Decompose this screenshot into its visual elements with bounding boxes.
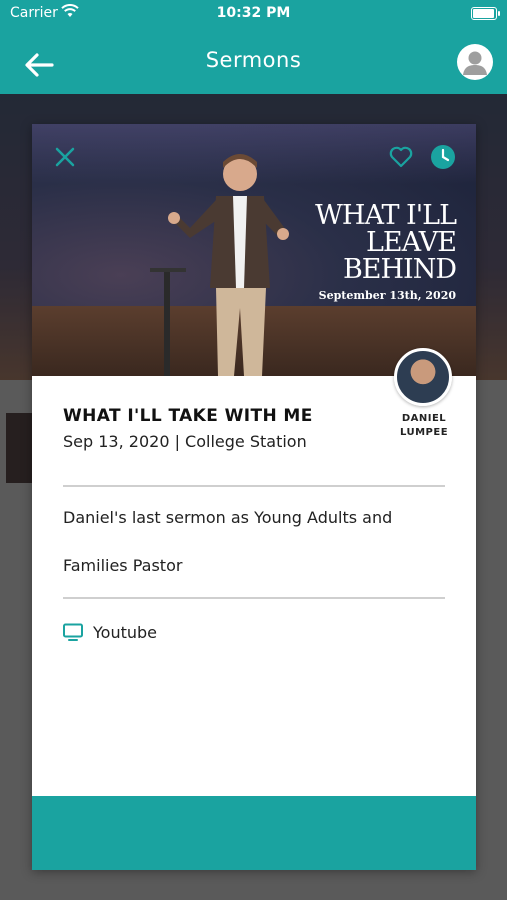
status-time: 10:32 PM: [216, 5, 291, 21]
speaker-last-name: LUMPEE: [399, 427, 449, 438]
series-title-line3: BEHIND: [342, 254, 457, 285]
speaker-figure: [150, 154, 289, 376]
sermon-description: Daniel's last sermon as Young Adults and…: [63, 508, 393, 575]
youtube-link-label: Youtube: [93, 622, 157, 642]
sermon-meta: Sep 13, 2020 | College Station: [63, 432, 307, 451]
series-artwork: WHAT I'LL LEAVE BEHIND September 13th, 2…: [286, 200, 457, 302]
top-bar: Carrier 10:32 PM Sermons: [0, 0, 507, 94]
heart-icon[interactable]: [388, 144, 414, 170]
battery-icon: [471, 7, 500, 20]
sermon-hero-image: WHAT I'LL LEAVE BEHIND September 13th, 2…: [32, 124, 476, 376]
page-title: Sermons: [205, 48, 302, 72]
status-bar: Carrier 10:32 PM: [0, 0, 507, 28]
divider-bottom: [63, 597, 445, 599]
speaker-name[interactable]: DANIEL LUMPEE: [382, 412, 466, 440]
profile-icon[interactable]: [457, 44, 493, 80]
speaker-first-name: DANIEL: [401, 413, 447, 424]
sermon-detail-card: WHAT I'LL LEAVE BEHIND September 13th, 2…: [32, 124, 476, 870]
card-footer-bar[interactable]: [32, 796, 476, 870]
divider-top: [63, 485, 445, 487]
speaker-avatar[interactable]: [394, 348, 452, 406]
tv-icon: [63, 623, 83, 641]
series-date: September 13th, 2020: [318, 289, 456, 302]
close-icon[interactable]: [54, 146, 76, 168]
youtube-link[interactable]: Youtube: [63, 620, 157, 644]
sermon-title: WHAT I'LL TAKE WITH ME: [63, 406, 313, 426]
series-title-line2: LEAVE: [365, 227, 457, 258]
clock-icon[interactable]: [430, 144, 456, 170]
series-title-line1: WHAT I'LL: [315, 200, 457, 231]
